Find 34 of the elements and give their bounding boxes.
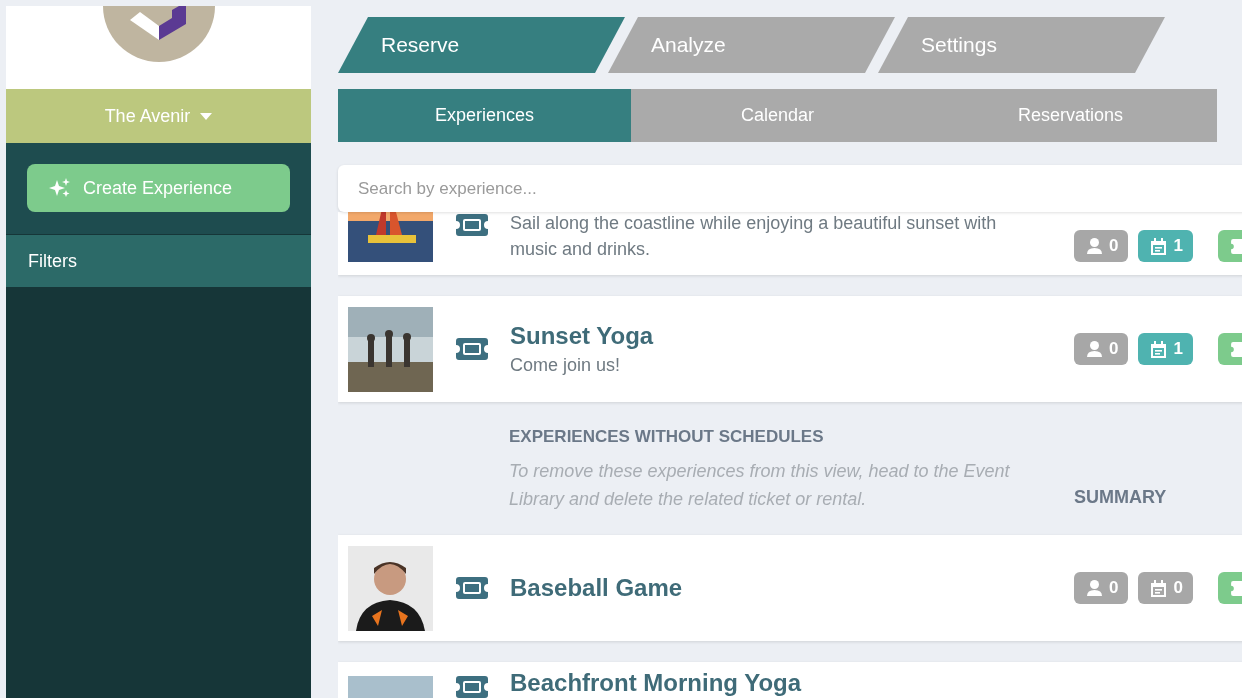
nav-tab[interactable]: Reserve <box>338 17 625 73</box>
experience-title: Baseball Game <box>510 573 684 603</box>
filters-heading: Filters <box>28 249 77 273</box>
guest-count-badge: 0 <box>1074 572 1129 604</box>
experience-card[interactable]: Beachfront Morning Yoga <box>338 662 1242 698</box>
experience-description: Come join us! <box>510 354 622 377</box>
ticket-icon <box>456 214 488 236</box>
guest-count-badge: 0 <box>1074 333 1129 365</box>
experience-description: Sail along the coastline while enjoying a beautiful sunset with music and drinks. <box>510 212 998 261</box>
ticket-icon <box>456 577 488 599</box>
experience-card[interactable]: Sail along the coastline while enjoying a beautiful sunset with music and drinks. 0 1 <box>338 212 1242 275</box>
calendar-icon <box>1151 579 1167 597</box>
guest-count-badge: 0 <box>1074 230 1129 262</box>
search-field[interactable]: Search by experience... <box>338 165 1242 212</box>
person-icon <box>1087 238 1102 254</box>
ticket-icon <box>456 338 488 360</box>
person-icon <box>1087 580 1102 596</box>
sub-tab[interactable]: Experiences <box>338 89 631 142</box>
experience-card[interactable]: Baseball Game 0 0 <box>338 535 1242 641</box>
section-heading: EXPERIENCES WITHOUT SCHEDULES <box>509 425 825 448</box>
sparkle-icon <box>49 178 71 198</box>
schedule-count-badge: 1 <box>1138 230 1193 262</box>
experience-title: Beachfront Morning Yoga <box>510 668 803 698</box>
experience-card[interactable]: Sunset Yoga Come join us! 0 1 <box>338 296 1242 402</box>
schedule-count-badge: 0 <box>1138 572 1193 604</box>
summary-label: SUMMARY <box>1074 486 1168 509</box>
schedule-count-badge: 1 <box>1138 333 1193 365</box>
person-icon <box>1087 341 1102 357</box>
calendar-icon <box>1151 237 1167 255</box>
caret-icon <box>200 112 213 120</box>
section-note: To remove these experiences from this view, head to the Event Library and delete the related ticket or rental. <box>509 460 1011 512</box>
experience-title: Sunset Yoga <box>510 321 655 351</box>
calendar-icon <box>1151 340 1167 358</box>
ticket-icon <box>456 676 488 698</box>
